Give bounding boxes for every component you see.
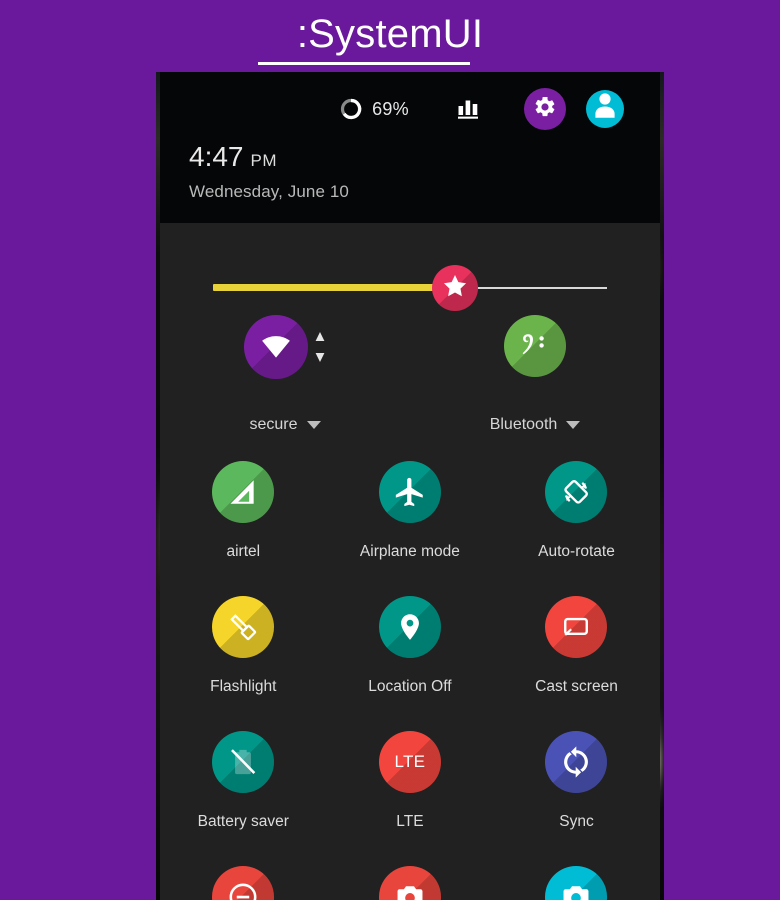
tile-row: airtel Airplane mode Auto-rotate [160,461,660,596]
tile-camera-icon-wrap [493,866,660,900]
do-not-disturb-icon [212,866,275,900]
quick-settings-body: secure Bluetooth airtel Airplane mode Au… [160,223,660,900]
tile-grid: airtel Airplane mode Auto-rotate Flashli… [160,461,660,900]
clock-block[interactable]: 4:47 PM Wednesday, June 10 [189,143,349,202]
tile-battery-saver-icon-wrap [160,731,327,793]
gear-icon [533,95,557,124]
tile-wifi-label: secure [249,416,298,433]
system-ui-panel: 69% 4:47 PM Wednesday, June 10 secure Bl… [160,72,660,900]
tile-screenshot-icon-wrap [327,866,494,900]
location-pin-icon [378,596,441,658]
tile-airplane-label: Airplane mode [359,543,460,560]
page-title-underline [258,62,470,65]
lte-glyph-text: LTE [394,752,426,771]
clock-time-row: 4:47 PM [189,143,349,171]
tile-row: Battery saver LTE LTE Sync [160,731,660,866]
chevron-down-icon[interactable] [306,421,321,429]
tile-auto-rotate-label: Auto-rotate [538,543,615,560]
tile-cast-label: Cast screen [535,678,618,695]
tile-airtel-label: airtel [226,543,261,560]
tile-sync[interactable]: Sync [493,731,660,866]
tile-lte-icon-wrap: LTE [327,731,494,793]
tile-flashlight[interactable]: Flashlight [160,596,327,731]
wifi-icon [244,315,308,379]
battery-ring-icon [339,97,363,121]
tile-wifi-label-row: secure [160,416,410,434]
tile-battery-saver-label: Battery saver [197,813,289,830]
tile-location[interactable]: Location Off [327,596,494,731]
tile-bluetooth-icon-wrap [410,315,660,377]
tile-camera[interactable] [493,866,660,900]
tile-airtel[interactable]: airtel [160,461,327,596]
page-title: :SystemUI [296,11,484,56]
signal-bars-icon [212,461,275,523]
tile-battery-saver[interactable]: Battery saver [160,731,327,866]
tile-auto-rotate-icon-wrap [493,461,660,523]
tile-location-label: Location Off [368,678,452,695]
airplane-icon [378,461,441,523]
tile-airtel-icon-wrap [160,461,327,523]
tile-lte[interactable]: LTE LTE [327,731,494,866]
bar-chart-icon[interactable] [455,96,481,122]
tile-dnd-icon-wrap [160,866,327,900]
clock-ampm: PM [250,151,277,170]
brightness-fill [213,284,457,291]
tile-cast-icon-wrap [493,596,660,658]
tile-flashlight-label: Flashlight [210,678,277,695]
screenshot-icon [378,866,441,900]
brightness-slider[interactable] [160,223,660,311]
dual-tile-row: secure Bluetooth [160,315,660,455]
battery-percent-label: 69% [372,98,409,119]
chevron-down-icon[interactable] [566,421,581,429]
tile-airplane-mode[interactable]: Airplane mode [327,461,494,596]
tile-bluetooth-label: Bluetooth [489,416,558,433]
tile-sync-label: Sync [559,813,594,830]
tile-bluetooth-label-row: Bluetooth [410,416,660,434]
tile-screenshot[interactable] [327,866,494,900]
user-avatar-icon [586,90,624,128]
clock-time: 4:47 [189,141,244,172]
tile-airplane-icon-wrap [327,461,494,523]
tile-location-icon-wrap [327,596,494,658]
sync-icon [545,731,608,793]
tile-cast-screen[interactable]: Cast screen [493,596,660,731]
status-icon-row: 69% [339,88,624,130]
tile-sync-icon-wrap [493,731,660,793]
cast-screen-icon [545,596,608,658]
data-activity-arrows-icon [314,330,326,364]
tile-bluetooth[interactable]: Bluetooth [410,315,660,455]
tile-do-not-disturb[interactable] [160,866,327,900]
tile-wifi[interactable]: secure [160,315,410,455]
tile-row [160,866,660,900]
tile-lte-label: LTE [396,813,424,830]
tile-wifi-icon-wrap [160,315,410,379]
auto-rotate-icon [545,461,608,523]
status-header: 69% 4:47 PM Wednesday, June 10 [160,72,660,223]
brightness-thumb[interactable] [432,265,478,311]
user-avatar[interactable] [586,90,624,128]
tile-auto-rotate[interactable]: Auto-rotate [493,461,660,596]
tile-row: Flashlight Location Off Cast screen [160,596,660,731]
bluetooth-bass-clef-icon [504,315,566,377]
battery-saver-off-icon [212,731,275,793]
battery-status[interactable]: 69% [339,97,409,121]
clock-date: Wednesday, June 10 [189,182,349,201]
lte-text-icon: LTE [378,731,441,793]
star-icon [441,272,469,305]
flashlight-icon [212,596,275,658]
settings-button[interactable] [524,88,566,130]
tile-flashlight-icon-wrap [160,596,327,658]
camera-icon [545,866,608,900]
